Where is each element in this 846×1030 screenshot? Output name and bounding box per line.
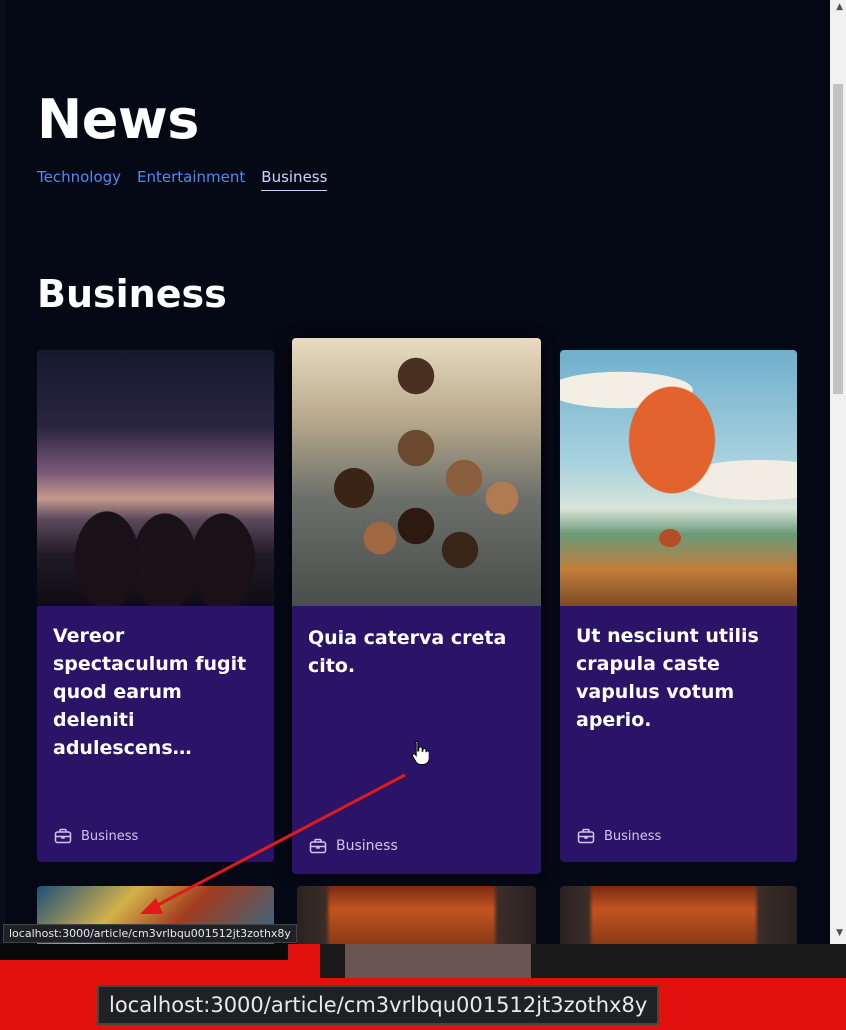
tab-entertainment[interactable]: Entertainment xyxy=(137,168,245,191)
article-card[interactable]: Ut nesciunt utilis crapula caste vapulus… xyxy=(560,350,797,862)
briefcase-icon xyxy=(54,828,72,844)
article-image xyxy=(292,338,541,606)
tab-technology[interactable]: Technology xyxy=(37,168,121,191)
article-card-hovered[interactable]: Quia caterva creta cito. Business xyxy=(292,338,541,874)
briefcase-icon xyxy=(309,838,327,854)
status-bar-url: localhost:3000/article/cm3vrlbqu001512jt… xyxy=(3,924,297,943)
scrollbar-thumb[interactable] xyxy=(833,84,843,394)
article-card[interactable]: Vereor spectaculum fugit quod earum dele… xyxy=(37,350,274,862)
category-tabs: Technology Entertainment Business xyxy=(37,168,328,191)
scroll-down-arrow-icon[interactable]: ▼ xyxy=(836,928,843,938)
section-title: Business xyxy=(37,272,227,316)
scroll-up-arrow-icon[interactable]: ▲ xyxy=(836,2,843,12)
category-label: Business xyxy=(336,838,398,854)
article-image xyxy=(560,350,797,606)
page-left-edge xyxy=(0,0,5,944)
article-title: Ut nesciunt utilis crapula caste vapulus… xyxy=(576,625,759,731)
briefcase-icon xyxy=(577,828,595,844)
category-label: Business xyxy=(81,828,139,844)
category-label: Business xyxy=(604,828,662,844)
article-title: Quia caterva creta cito. xyxy=(308,627,507,677)
article-card-partial[interactable] xyxy=(297,886,536,944)
article-title: Vereor spectaculum fugit quod earum dele… xyxy=(53,625,247,759)
article-category: Business xyxy=(53,826,138,846)
page-title: News xyxy=(37,88,199,151)
article-category: Business xyxy=(308,836,398,856)
hand-cursor-icon xyxy=(411,740,429,765)
tab-business[interactable]: Business xyxy=(261,168,328,191)
status-bar-url-zoomed: localhost:3000/article/cm3vrlbqu001512jt… xyxy=(97,985,660,1025)
vertical-scrollbar[interactable]: ▲ ▼ xyxy=(830,0,846,944)
article-image xyxy=(37,350,274,606)
article-category: Business xyxy=(576,826,661,846)
article-card-partial[interactable] xyxy=(560,886,797,944)
